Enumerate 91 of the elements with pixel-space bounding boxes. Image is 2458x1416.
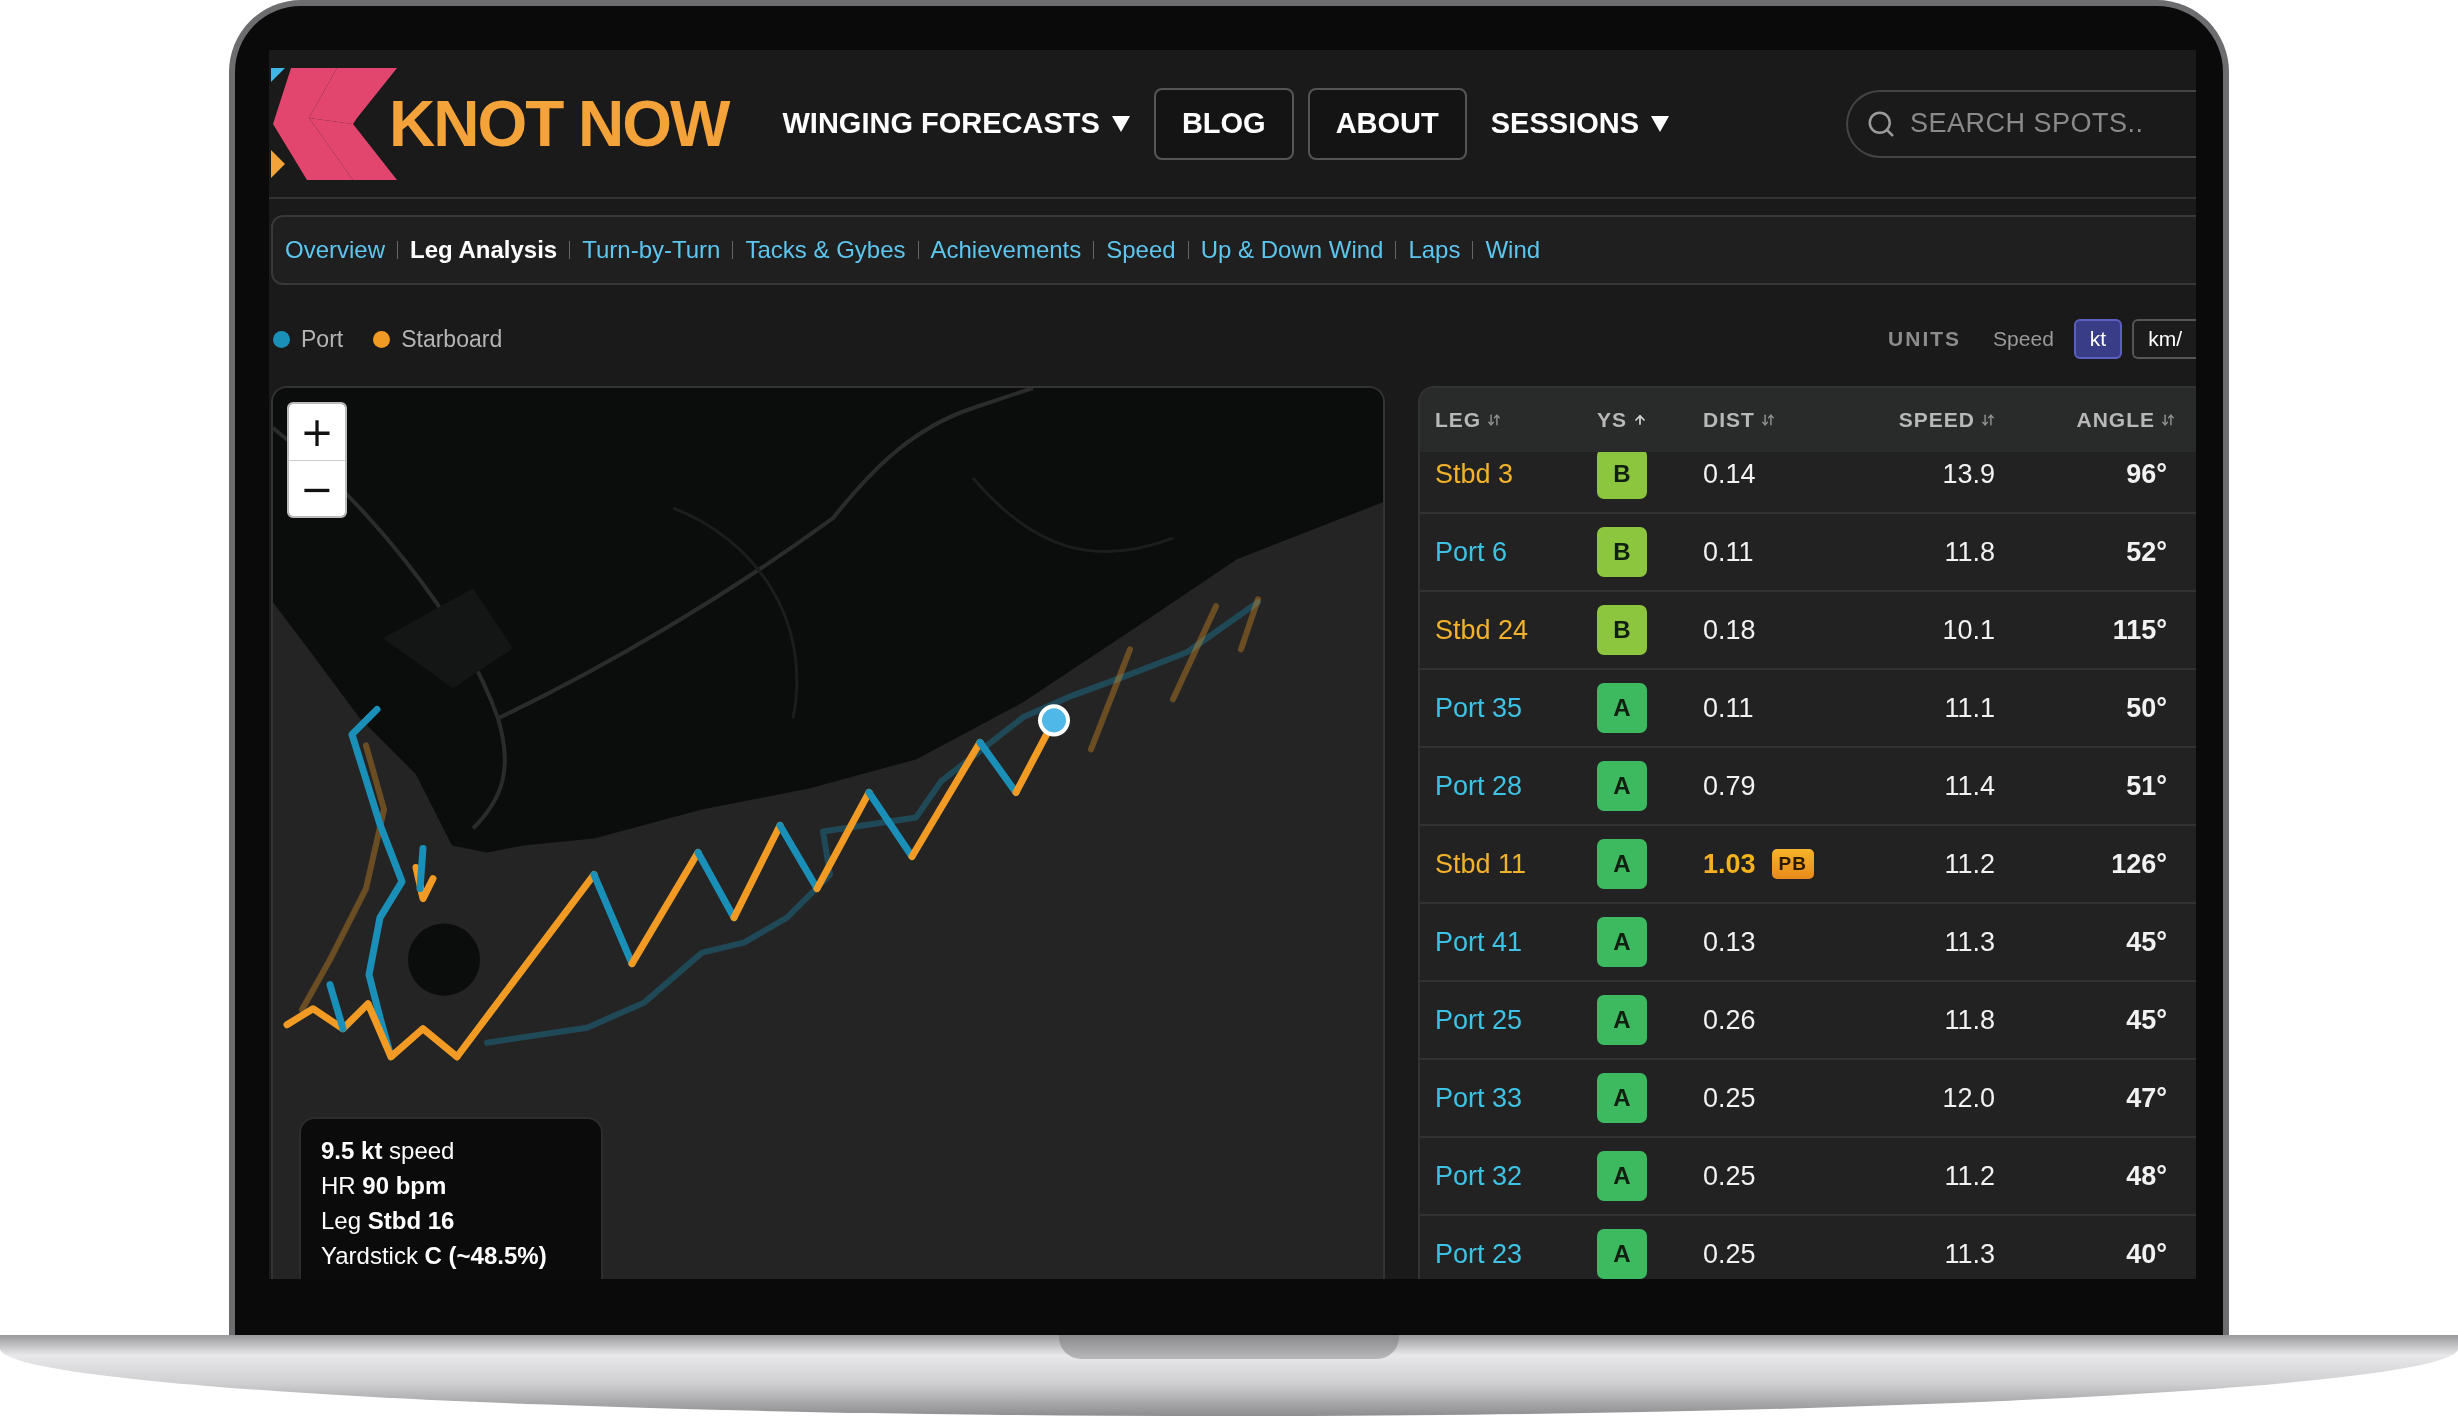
distance-cell: 0.25	[1703, 1160, 1756, 1192]
nav-button[interactable]: ABOUT	[1307, 87, 1467, 160]
leg-cell-text: Port 25	[1435, 1004, 1524, 1036]
leg-cell-text: Port 32	[1435, 1160, 1524, 1192]
tab[interactable]: Tacks & Gybes	[745, 236, 906, 264]
tab[interactable]: Up & Down Wind	[1200, 236, 1384, 264]
speed-cell-text: 11.2	[1943, 1160, 1995, 1192]
position-marker	[1038, 704, 1070, 737]
speed-cell-text: 12.0	[1941, 1082, 1995, 1114]
zoom-out-button[interactable]: −	[289, 460, 345, 516]
grade-badge: A	[1597, 1229, 1647, 1279]
angle-cell-text: 48°	[2125, 1160, 2168, 1192]
leg-cell-text: Port 41	[1435, 926, 1524, 958]
grade-badge: B	[1597, 452, 1647, 499]
leg-cell-text: Port 6	[1435, 536, 1509, 568]
grade-badge: A	[1597, 995, 1647, 1045]
speed-cell-text: 11.8	[1943, 536, 1995, 568]
tab[interactable]: Wind	[1485, 236, 1541, 264]
leg-cell-text: Stbd 24	[1435, 614, 1530, 646]
distance-cell: 0.18	[1703, 614, 1756, 646]
grade-badge: A	[1597, 1073, 1647, 1123]
distance-cell: 1.03	[1703, 848, 1756, 880]
grade-badge: A	[1597, 839, 1647, 889]
distance-cell: 0.13	[1703, 926, 1756, 958]
unit-toggle[interactable]: kt	[2073, 319, 2123, 359]
grade-badge: A	[1597, 917, 1647, 967]
speed-cell-text: 11.4	[1943, 770, 1995, 802]
leg-cell-text: Port 33	[1435, 1082, 1524, 1114]
info-line: HR 90 bpm	[321, 1171, 448, 1201]
legend-label: Starboard	[401, 325, 503, 353]
leg-cell-text: Port 23	[1435, 1238, 1524, 1270]
distance-cell: 0.14	[1703, 458, 1756, 490]
nav-menu[interactable]: WINGING FORECASTS	[772, 107, 1140, 140]
tab[interactable]: Overview	[285, 236, 386, 264]
leg-cell-text: Port 28	[1435, 770, 1524, 802]
angle-cell-text: 47°	[2125, 1082, 2168, 1114]
brand-name: KNOT NOW	[389, 86, 729, 161]
angle-cell-text: 51°	[2125, 770, 2168, 802]
distance-cell: 0.11	[1703, 692, 1754, 724]
angle-cell-text: 40°	[2125, 1238, 2168, 1270]
search-field[interactable]: SEARCH SPOTS..	[1846, 89, 2196, 158]
grade-badge: A	[1597, 761, 1647, 811]
angle-cell-text: 126°	[2110, 848, 2168, 880]
tab[interactable]: Laps	[1408, 236, 1461, 264]
personal-best-badge: PB	[1771, 849, 1814, 879]
column-header[interactable]: YS	[1597, 408, 1703, 432]
column-header[interactable]: LEG	[1435, 408, 1597, 432]
distance-cell: 0.25	[1703, 1238, 1756, 1270]
speed-cell-text: 11.3	[1943, 1238, 1995, 1270]
speed-label: Speed	[1993, 327, 2054, 351]
caret-icon	[1111, 115, 1130, 132]
leg-cell-text: Stbd 11	[1435, 848, 1528, 880]
tab[interactable]: Leg Analysis	[410, 236, 558, 264]
tab[interactable]: Achievements	[930, 236, 1082, 264]
speed-cell-text: 11.2	[1943, 848, 1995, 880]
tab[interactable]: Turn-by-Turn	[582, 236, 721, 264]
angle-cell-text: 45°	[2125, 1004, 2168, 1036]
distance-cell: 0.11	[1703, 536, 1754, 568]
speed-cell-text: 11.3	[1943, 926, 1995, 958]
distance-cell: 0.79	[1703, 770, 1756, 802]
angle-cell-text: 96°	[2125, 458, 2168, 490]
tab[interactable]: Speed	[1106, 236, 1176, 264]
info-line: Leg Stbd 16	[321, 1206, 456, 1236]
caret-icon	[1651, 115, 1670, 132]
speed-cell-text: 11.1	[1943, 692, 1995, 724]
unit-toggle[interactable]: km/	[2132, 319, 2196, 359]
distance-cell: 0.25	[1703, 1082, 1756, 1114]
speed-cell-text: 13.9	[1941, 458, 1995, 490]
legend-label: Port	[301, 325, 344, 353]
column-header[interactable]: SPEED	[1883, 408, 1995, 432]
info-line: 9.5 kt speed	[321, 1136, 456, 1166]
angle-cell-text: 45°	[2125, 926, 2168, 958]
column-header[interactable]: DIST	[1703, 408, 1883, 432]
distance-cell: 0.26	[1703, 1004, 1756, 1036]
angle-cell-text: 50°	[2125, 692, 2168, 724]
speed-cell-text: 10.1	[1941, 614, 1995, 646]
units-label: UNITS	[1888, 327, 1962, 351]
column-header[interactable]: ANGLE	[1995, 408, 2175, 432]
angle-cell-text: 52°	[2125, 536, 2168, 568]
leg-cell-text: Port 35	[1435, 692, 1524, 724]
speed-cell-text: 11.8	[1943, 1004, 1995, 1036]
nav-button[interactable]: BLOG	[1153, 87, 1294, 160]
grade-badge: A	[1597, 1151, 1647, 1201]
zoom-in-button[interactable]: +	[289, 404, 345, 460]
angle-cell-text: 115°	[2111, 614, 2168, 646]
leg-cell-text: Stbd 3	[1435, 458, 1515, 490]
grade-badge: B	[1597, 527, 1647, 577]
nav-menu[interactable]: SESSIONS	[1480, 107, 1680, 140]
info-line: Yardstick C (~48.5%)	[321, 1241, 548, 1271]
grade-badge: A	[1597, 683, 1647, 733]
grade-badge: B	[1597, 605, 1647, 655]
